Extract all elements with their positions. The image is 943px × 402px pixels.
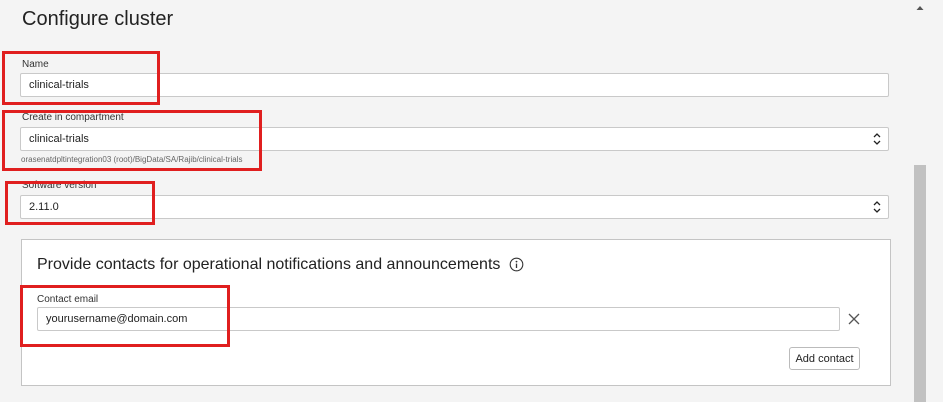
contacts-section: Provide contacts for operational notific…: [21, 239, 891, 386]
software-version-label: Software version: [22, 180, 97, 191]
contacts-title: Provide contacts for operational notific…: [37, 256, 501, 273]
up-down-chevron-icon: [873, 201, 881, 213]
compartment-label: Create in compartment: [22, 112, 124, 123]
compartment-select-value: clinical-trials: [29, 133, 89, 145]
scrollbar-thumb[interactable]: [914, 165, 926, 402]
info-icon[interactable]: [509, 257, 524, 272]
contact-email-input[interactable]: yourusername@domain.com: [37, 307, 840, 331]
close-icon[interactable]: [847, 312, 861, 326]
page-title: Configure cluster: [22, 8, 174, 30]
compartment-select[interactable]: clinical-trials: [20, 127, 889, 151]
add-contact-button[interactable]: Add contact: [789, 347, 860, 370]
contact-email-value: yourusername@domain.com: [46, 313, 188, 325]
up-down-chevron-icon: [873, 133, 881, 145]
name-input[interactable]: clinical-trials: [20, 73, 889, 97]
software-version-value: 2.11.0: [29, 201, 59, 213]
contact-email-label: Contact email: [37, 294, 99, 305]
software-version-select[interactable]: 2.11.0: [20, 195, 889, 219]
name-label: Name: [22, 59, 49, 70]
compartment-path: orasenatdpltintegration03 (root)/BigData…: [21, 155, 243, 164]
scroll-up-icon[interactable]: [915, 4, 925, 12]
next-field-label-partial: [21, 395, 31, 402]
name-input-value: clinical-trials: [29, 79, 89, 91]
